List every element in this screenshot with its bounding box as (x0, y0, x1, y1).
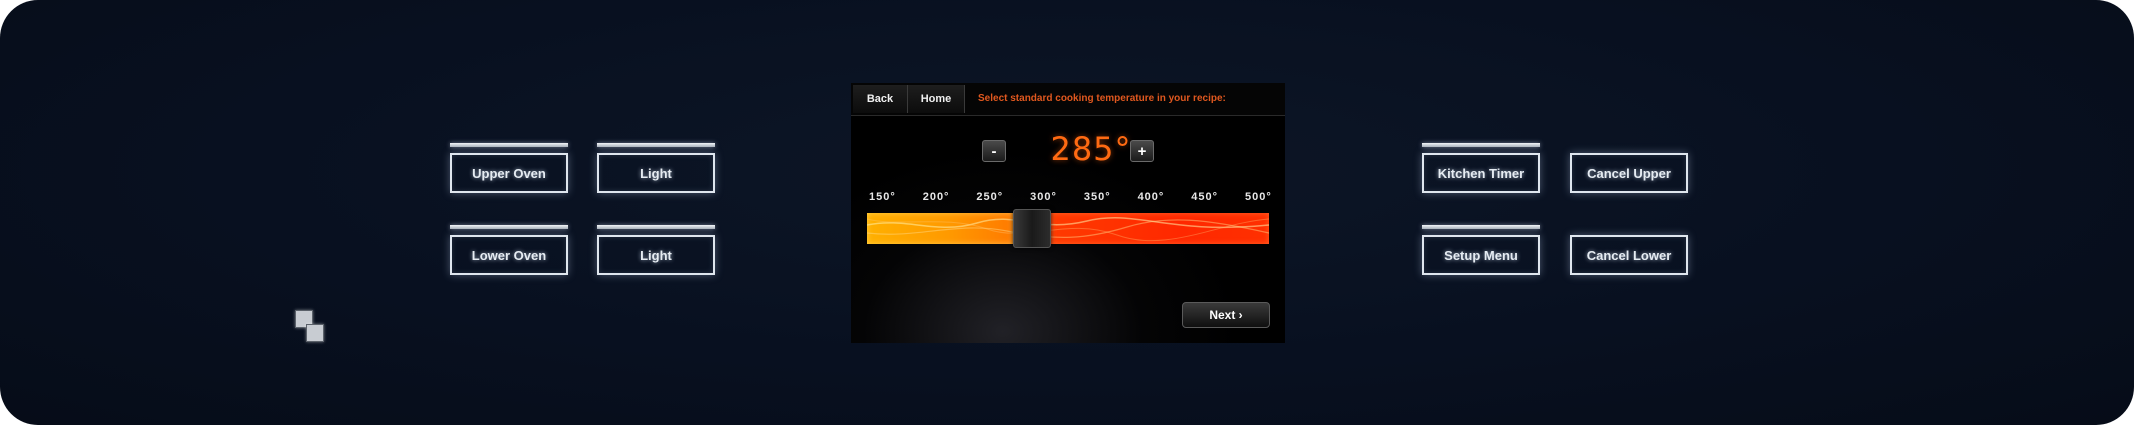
flame-texture (867, 217, 1269, 242)
lower-oven-indicator (450, 225, 568, 229)
oven-control-panel: Upper Oven Light Lower Oven Light Kitche… (0, 0, 2134, 425)
kitchen-timer-indicator (1422, 143, 1540, 147)
home-button[interactable]: Home (908, 85, 965, 113)
temperature-slider-thumb[interactable] (1013, 209, 1052, 248)
scale-tick-label: 250° (976, 191, 1004, 203)
cancel-lower-button[interactable]: Cancel Lower (1570, 235, 1688, 275)
setup-menu-button[interactable]: Setup Menu (1422, 235, 1540, 275)
increase-temperature-button[interactable]: + (1130, 140, 1154, 162)
screen-nav-bar: Back Home Select standard cooking temper… (851, 83, 1285, 116)
kitchen-timer-button[interactable]: Kitchen Timer (1422, 153, 1540, 193)
scale-tick-label: 350° (1083, 191, 1111, 203)
back-button[interactable]: Back (853, 85, 908, 113)
decrease-temperature-button[interactable]: - (982, 140, 1006, 162)
upper-oven-indicator (450, 143, 568, 147)
scale-tick-label: 400° (1137, 191, 1165, 203)
upper-light-indicator (597, 143, 715, 147)
scale-tick-label: 300° (1030, 191, 1057, 203)
cancel-upper-button[interactable]: Cancel Upper (1570, 153, 1688, 193)
lower-light-indicator (597, 225, 715, 229)
scale-tick-label: 200° (922, 191, 950, 203)
lower-oven-button[interactable]: Lower Oven (450, 235, 568, 275)
logo-square-bottom (306, 324, 324, 342)
next-button[interactable]: Next › (1182, 302, 1270, 328)
touch-screen: Back Home Select standard cooking temper… (851, 83, 1285, 343)
scale-tick-label: 450° (1191, 191, 1219, 203)
lower-light-button[interactable]: Light (597, 235, 715, 275)
upper-oven-button[interactable]: Upper Oven (450, 153, 568, 193)
scale-tick-label: 500° (1245, 191, 1272, 203)
temperature-slider[interactable] (867, 209, 1269, 248)
temperature-readout: 285° (1050, 130, 1132, 168)
scale-tick-label: 150° (869, 191, 896, 203)
upper-light-button[interactable]: Light (597, 153, 715, 193)
screen-prompt: Select standard cooking temperature in y… (978, 93, 1226, 104)
brand-logo-icon (295, 310, 329, 344)
setup-menu-indicator (1422, 225, 1540, 229)
